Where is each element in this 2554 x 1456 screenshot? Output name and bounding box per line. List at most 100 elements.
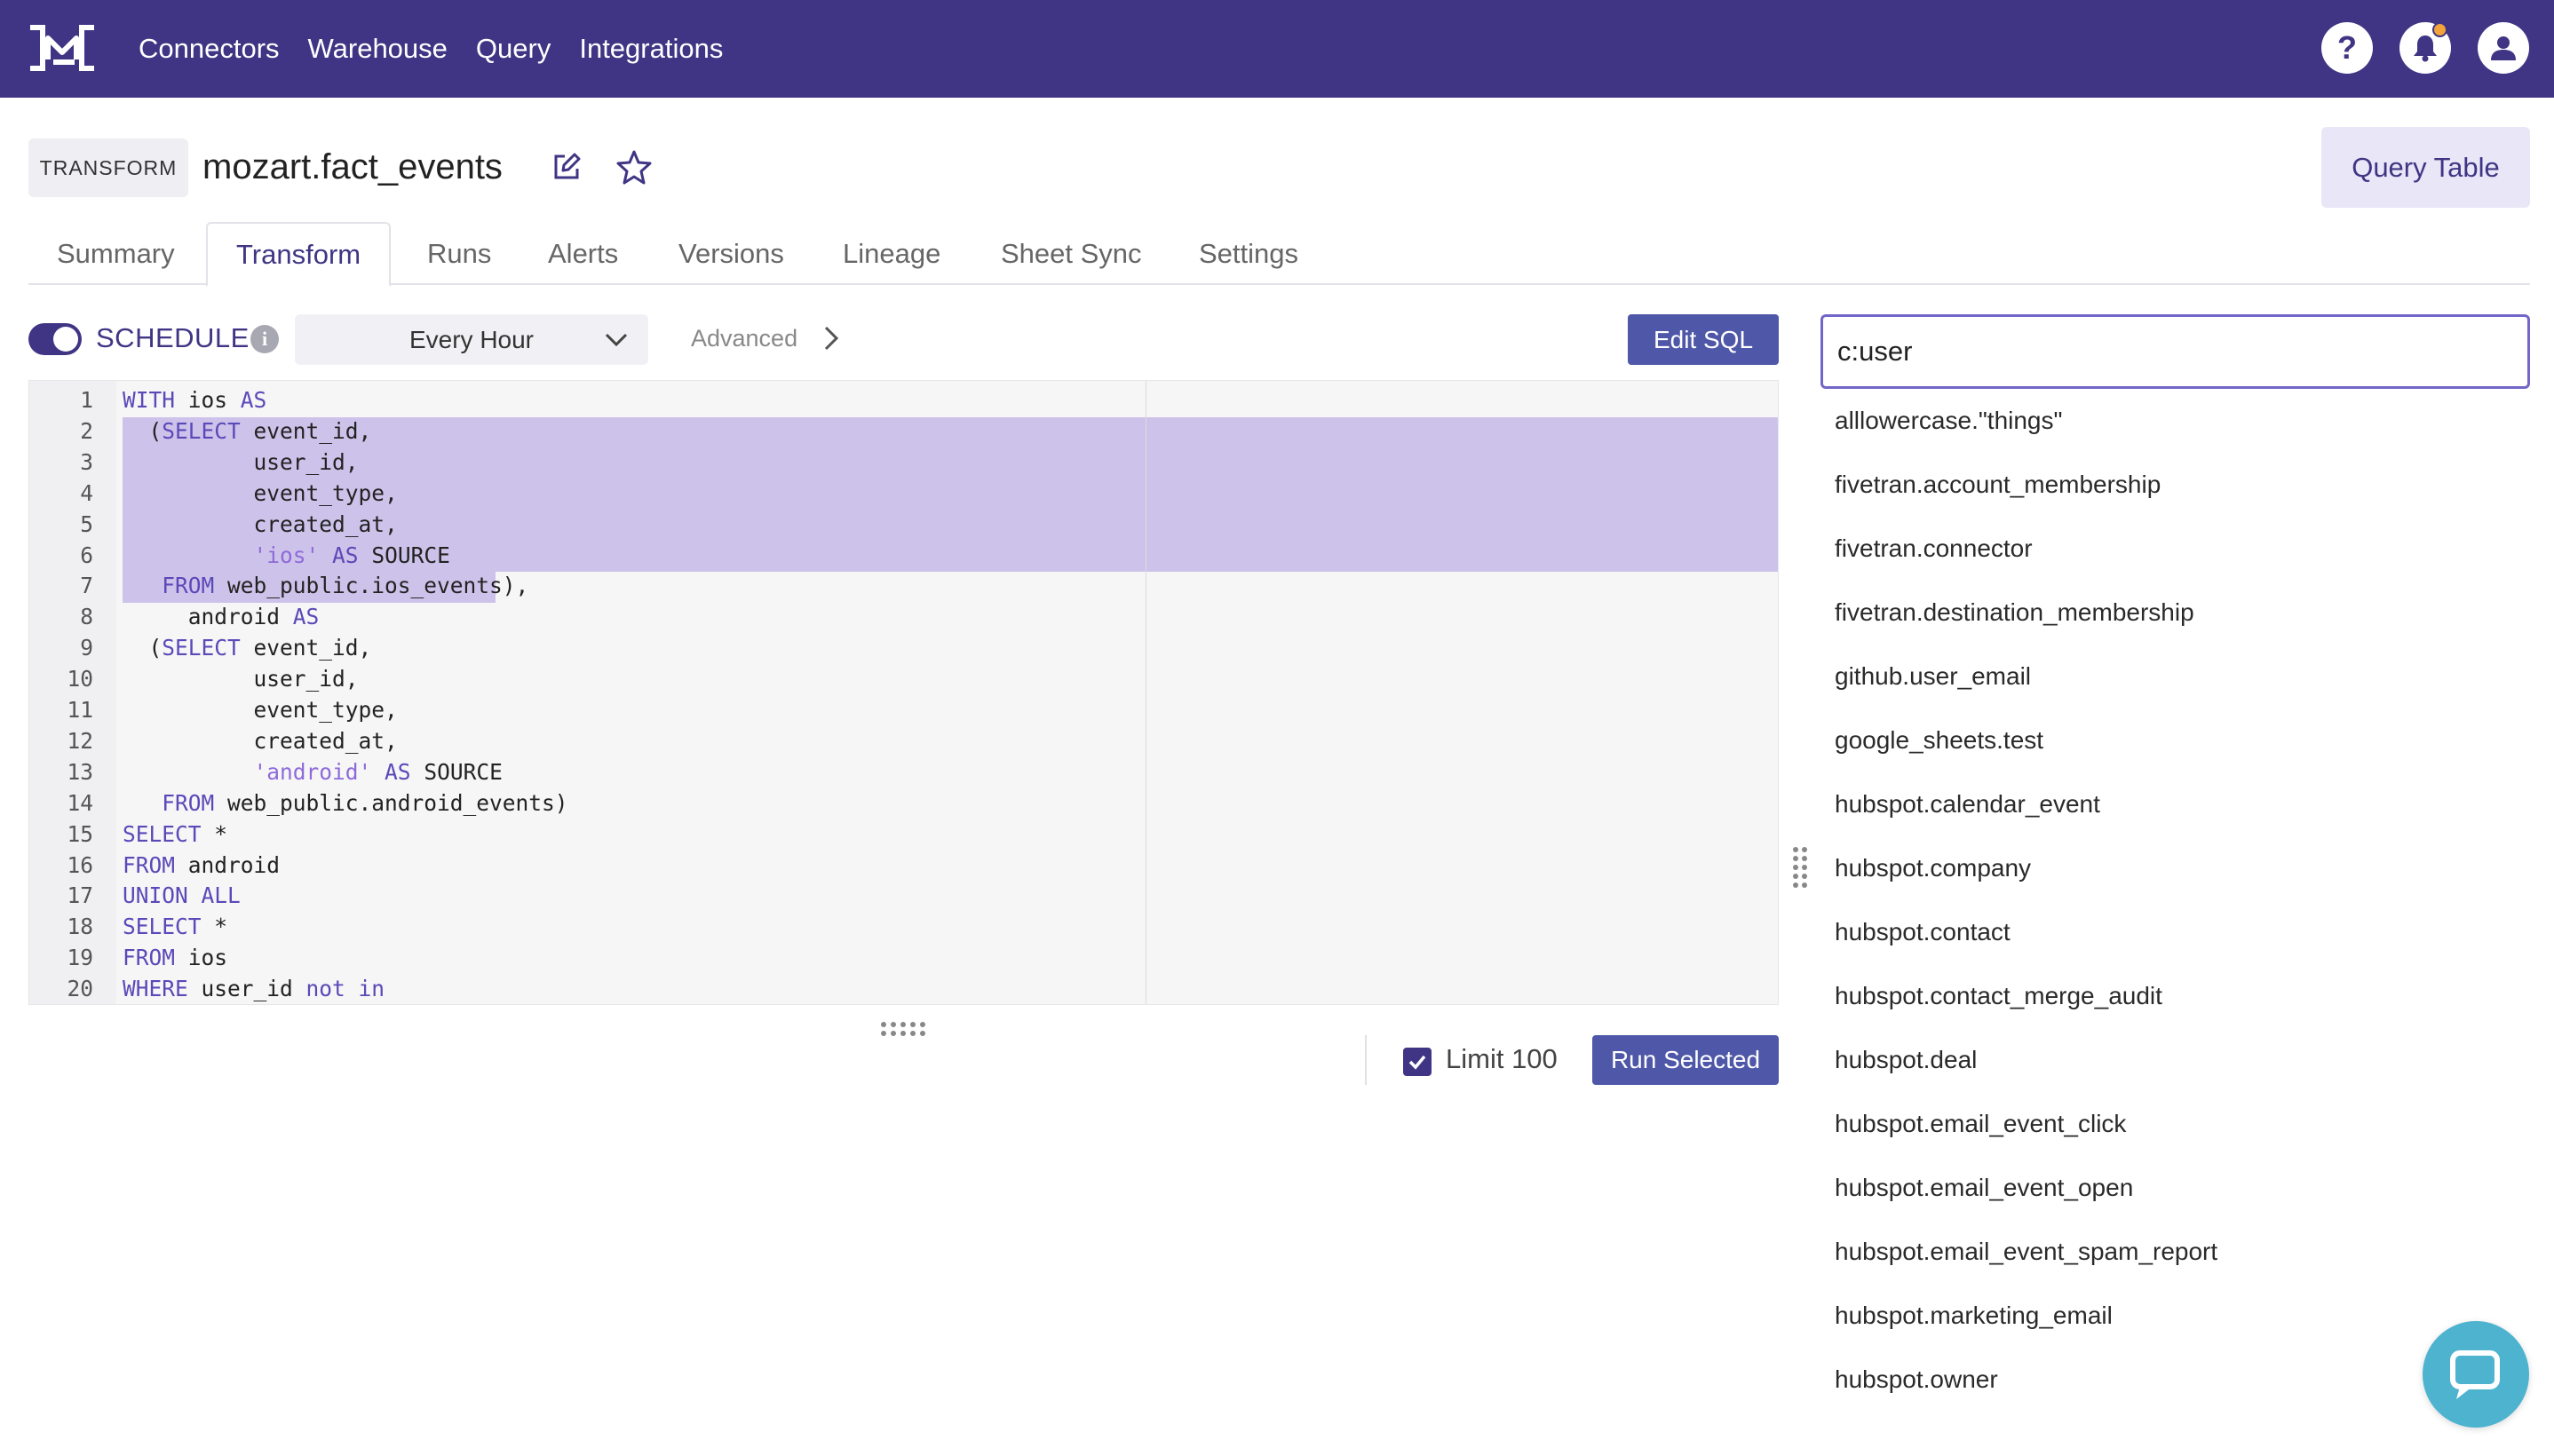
limit-checkbox[interactable] [1403,1048,1432,1076]
tab-settings[interactable]: Settings [1170,222,1327,285]
advanced-link[interactable]: Advanced [691,325,797,352]
chat-icon [2450,1350,2500,1399]
sql-keyword: UNION ALL [123,882,241,909]
object-type-tag: TRANSFORM [28,138,188,197]
code-text: WITH ios AS [123,386,266,415]
sql-keyword: AS [385,758,411,785]
sql-token: event_type, [123,697,398,723]
sql-token: user_id, [123,448,359,475]
chat-button[interactable] [2423,1321,2529,1428]
sql-string: 'ios' [253,542,320,568]
line-number: 18 [67,914,93,940]
code-line: 13 'android' AS SOURCE [29,758,1778,787]
table-list-item[interactable]: alllowercase."things" [1835,389,2527,453]
sql-token: SOURCE [358,542,450,568]
table-list-item[interactable]: fivetran.destination_membership [1835,581,2527,645]
code-line: 14 FROM web_public.android_events) [29,789,1778,818]
tab-runs[interactable]: Runs [399,222,520,285]
code-text: created_at, [123,510,398,539]
code-line: 8 android AS [29,603,1778,631]
table-list-item[interactable]: hubspot.email_event_open [1835,1156,2527,1220]
sql-keyword: WITH [123,387,176,413]
code-text: user_id, [123,665,359,693]
table-list-item[interactable]: github.user_email [1835,645,2527,708]
tab-alerts[interactable]: Alerts [520,222,646,285]
chevron-down-icon [605,333,628,347]
bell-icon [2414,36,2437,62]
schedule-frequency-value: Every Hour [408,325,535,353]
line-number: 13 [67,758,93,785]
nav-link-warehouse[interactable]: Warehouse [308,33,448,65]
code-line: 11 event_type, [29,696,1778,724]
tab-lineage[interactable]: Lineage [814,222,969,285]
line-number: 7 [80,573,93,599]
code-line: 3 user_id, [29,448,1778,477]
table-list-item[interactable]: google_sheets.test [1835,708,2527,772]
table-list-item[interactable]: hubspot.contact_merge_audit [1835,964,2527,1028]
toggle-knob [53,327,78,352]
sql-token: ios [175,945,228,971]
table-list-item[interactable]: hubspot.email_event_spam_report [1835,1220,2527,1284]
divider [1365,1035,1367,1085]
line-number: 12 [67,727,93,754]
help-button[interactable]: ? [2321,22,2373,74]
line-number: 3 [80,448,93,475]
resize-handle-icon[interactable] [879,1019,927,1039]
tab-versions[interactable]: Versions [650,222,813,285]
code-text: FROM android [123,851,280,880]
table-list-item[interactable]: hubspot.calendar_event [1835,772,2527,836]
table-list-item[interactable]: fivetran.account_membership [1835,453,2527,517]
code-line: 10 user_id, [29,665,1778,693]
line-number: 8 [80,604,93,630]
edit-icon[interactable] [551,151,583,183]
sql-token: user_id, [123,666,359,692]
code-text: FROM web_public.ios_events), [123,572,528,600]
code-text: (SELECT event_id, [123,634,372,662]
sql-token: created_at, [123,510,398,537]
schedule-frequency-select[interactable]: Every Hour [295,314,648,365]
table-list-item[interactable]: hubspot.company [1835,836,2527,900]
user-icon [2491,36,2516,60]
query-table-button[interactable]: Query Table [2321,127,2530,208]
line-number: 10 [67,666,93,692]
limit-label[interactable]: Limit 100 [1446,1043,1558,1075]
nav-link-connectors[interactable]: Connectors [139,33,280,65]
logo-icon[interactable] [27,24,98,72]
sql-token: ( [123,635,163,661]
code-text: FROM ios [123,944,227,972]
table-search-input[interactable] [1820,314,2530,389]
nav-link-query[interactable]: Query [476,33,551,65]
table-list-item[interactable]: hubspot.deal [1835,1028,2527,1092]
table-list-item[interactable]: hubspot.contact [1835,900,2527,964]
sql-keyword: AS [240,387,267,413]
account-button[interactable] [2478,22,2529,74]
panel-resize-handle-icon[interactable] [1792,845,1808,890]
table-list-item[interactable]: fivetran.connector [1835,517,2527,581]
code-text: android AS [123,603,320,631]
info-icon[interactable]: i [250,325,279,353]
sql-editor[interactable]: 1 WITH ios AS 2 (SELECT event_id, 3 user_id… [28,380,1779,1005]
tab-summary[interactable]: Summary [28,222,203,285]
run-selected-button[interactable]: Run Selected [1592,1035,1779,1085]
schedule-toggle[interactable] [28,323,82,355]
chevron-right-icon[interactable] [821,325,840,352]
code-text: SELECT * [123,820,227,849]
sql-token: event_type, [123,479,398,506]
nav-link-integrations[interactable]: Integrations [579,33,723,65]
help-icon: ? [2337,29,2357,66]
line-number: 1 [80,387,93,413]
sql-keyword: SELECT [123,820,202,847]
notifications-button[interactable] [2399,22,2451,74]
edit-sql-button[interactable]: Edit SQL [1628,314,1779,365]
tab-transform[interactable]: Transform [206,222,392,287]
table-list-item[interactable]: hubspot.marketing_email [1835,1284,2527,1348]
star-icon[interactable] [616,149,652,185]
tab-sheet-sync[interactable]: Sheet Sync [972,222,1170,285]
code-line: 1 WITH ios AS [29,386,1778,415]
top-nav: Connectors Warehouse Query Integrations … [0,0,2554,98]
code-text: FROM web_public.android_events) [123,789,567,818]
table-list-item[interactable]: hubspot.email_event_click [1835,1092,2527,1156]
